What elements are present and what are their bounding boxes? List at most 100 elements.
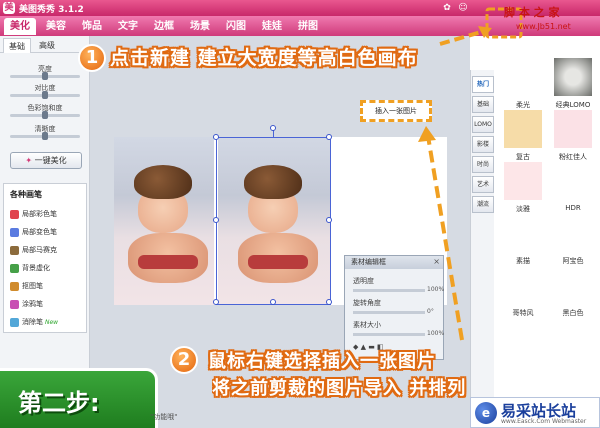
rotate-handle[interactable] [270,125,276,131]
brush-item-cutout[interactable]: 抠图笔 [10,280,43,293]
selection-box[interactable] [213,125,332,305]
effect-black-white[interactable]: 黑白色 [550,266,596,318]
contrast-slider-thumb[interactable] [42,91,48,99]
brightness-slider[interactable] [10,72,80,80]
effect-thumb [504,162,542,200]
menu-tab-face[interactable]: 美容 [40,18,72,35]
watermark-site-sub: www.Easck.Com Webmaster [501,418,587,425]
magic-wand-icon: ✦ [25,156,33,165]
effect-elegant[interactable]: 淡雅 [500,162,546,214]
opacity-slider[interactable] [353,289,425,292]
brush-item-recolor[interactable]: 局部变色笔 [10,226,57,239]
recolor-brush-icon [10,227,19,237]
brush-item-color[interactable]: 局部彩色笔 [10,208,57,221]
menu-tab-beautify[interactable]: 美化 [4,18,36,35]
brush-label: 局部彩色笔 [22,210,57,218]
opacity-value: 100% [427,286,445,293]
size-slider[interactable] [353,333,425,336]
brush-label: 局部变色笔 [22,228,57,236]
baby-photo-left[interactable] [114,137,214,305]
photo-hat [134,165,192,199]
menu-tab-frame[interactable]: 边框 [148,18,180,35]
effect-abao[interactable]: 阿宝色 [550,214,596,266]
new-badge: New [45,319,59,326]
step1-instruction: 点击新建 建立大宽度等高白色画布 [110,47,418,69]
saturation-slider[interactable] [10,111,80,119]
photo-shirt [138,255,198,269]
step1-number-badge: 1 [78,44,106,72]
category-lomo[interactable]: LOMO [472,116,494,133]
effect-soft-light[interactable]: 柔光 [500,58,546,110]
user-icon[interactable]: ☺ [456,2,470,14]
step2-instruction-line1: 鼠标右键选择插入一张图片 [208,351,436,372]
effect-thumb [554,214,592,252]
close-icon[interactable]: × [433,257,440,266]
effect-classic-lomo[interactable]: 经典LOMO [550,58,596,110]
effect-sketch[interactable]: 素描 [500,214,546,266]
effect-hdr[interactable]: HDR [550,162,596,212]
resize-handle-tl[interactable] [213,134,219,140]
effect-pink-lady[interactable]: 粉红佳人 [550,110,596,162]
effect-label: 黑白色 [562,309,584,317]
category-art[interactable]: 艺术 [472,176,494,193]
effect-retro[interactable]: 复古 [500,110,546,162]
tab-advanced[interactable]: 高级 [33,38,61,53]
category-studio[interactable]: 影楼 [472,136,494,153]
effect-label: 复古 [516,153,530,161]
category-trend[interactable]: 潮流 [472,196,494,213]
effect-thumb [504,214,542,252]
step2-number-badge: 2 [170,346,198,374]
resize-handle-l[interactable] [213,217,219,223]
brush-label: 抠图笔 [22,282,43,290]
one-click-beautify-label: 一键美化 [34,156,67,165]
category-fashion[interactable]: 时尚 [472,156,494,173]
resize-handle-tr[interactable] [326,134,332,140]
watermark-bottom: e 易采站长站 www.Easck.Com Webmaster [470,397,600,428]
effect-label: 哥特风 [512,309,534,317]
category-hot[interactable]: 热门 [472,76,494,93]
effect-thumb [554,110,592,148]
rotation-slider[interactable] [353,311,425,314]
tab-basic[interactable]: 基础 [3,38,31,53]
brush-item-mosaic[interactable]: 局部马赛克 [10,244,57,257]
brush-item-doodle[interactable]: 涂鸦笔 [10,298,43,311]
brightness-slider-thumb[interactable] [42,72,48,80]
effect-thumb [504,110,542,148]
bottom-hint-text: "功能哦" [150,413,178,421]
menu-tab-flash[interactable]: 闪图 [220,18,252,35]
effect-label: 柔光 [516,101,530,109]
resize-handle-b[interactable] [270,299,276,305]
resize-handle-r[interactable] [326,217,332,223]
contrast-slider[interactable] [10,91,80,99]
insert-image-menu-item[interactable]: 插入一张图片 [360,100,432,122]
saturation-slider-thumb[interactable] [42,111,48,119]
size-label: 素材大小 [353,321,381,329]
size-value: 100% [427,330,445,337]
resize-handle-bl[interactable] [213,299,219,305]
brush-label: 局部马赛克 [22,246,57,254]
one-click-beautify-button[interactable]: ✦ 一键美化 [10,152,82,169]
watermark-top-name: 脚 本 之 家 [504,6,560,19]
menu-tab-collage[interactable]: 拼图 [292,18,324,35]
menu-tab-doll[interactable]: 娃娃 [256,18,288,35]
eraser-brush-icon [10,317,19,327]
sharpness-slider[interactable] [10,132,80,140]
effect-label: 淡雅 [516,205,530,213]
menu-tab-scene[interactable]: 场景 [184,18,216,35]
brush-item-eraser[interactable]: 消除笔 New [10,316,58,329]
watermark-logo-icon: e [475,402,497,424]
resize-handle-br[interactable] [326,299,332,305]
skin-icon[interactable]: ✿ [440,2,454,14]
effect-thumb [554,58,592,96]
menu-tab-accessories[interactable]: 饰品 [76,18,108,35]
sharpness-slider-thumb[interactable] [42,132,48,140]
category-basic[interactable]: 基础 [472,96,494,113]
brush-label: 消除笔 [22,318,43,326]
window-title: 美图秀秀 3.1.2 [19,5,84,15]
effect-gothic[interactable]: 哥特风 [500,266,546,318]
menu-tab-text[interactable]: 文字 [112,18,144,35]
brush-item-blur[interactable]: 背景虚化 [10,262,50,275]
effect-label: HDR [565,204,581,212]
opacity-label: 透明度 [353,277,374,285]
effect-thumb [554,162,592,200]
